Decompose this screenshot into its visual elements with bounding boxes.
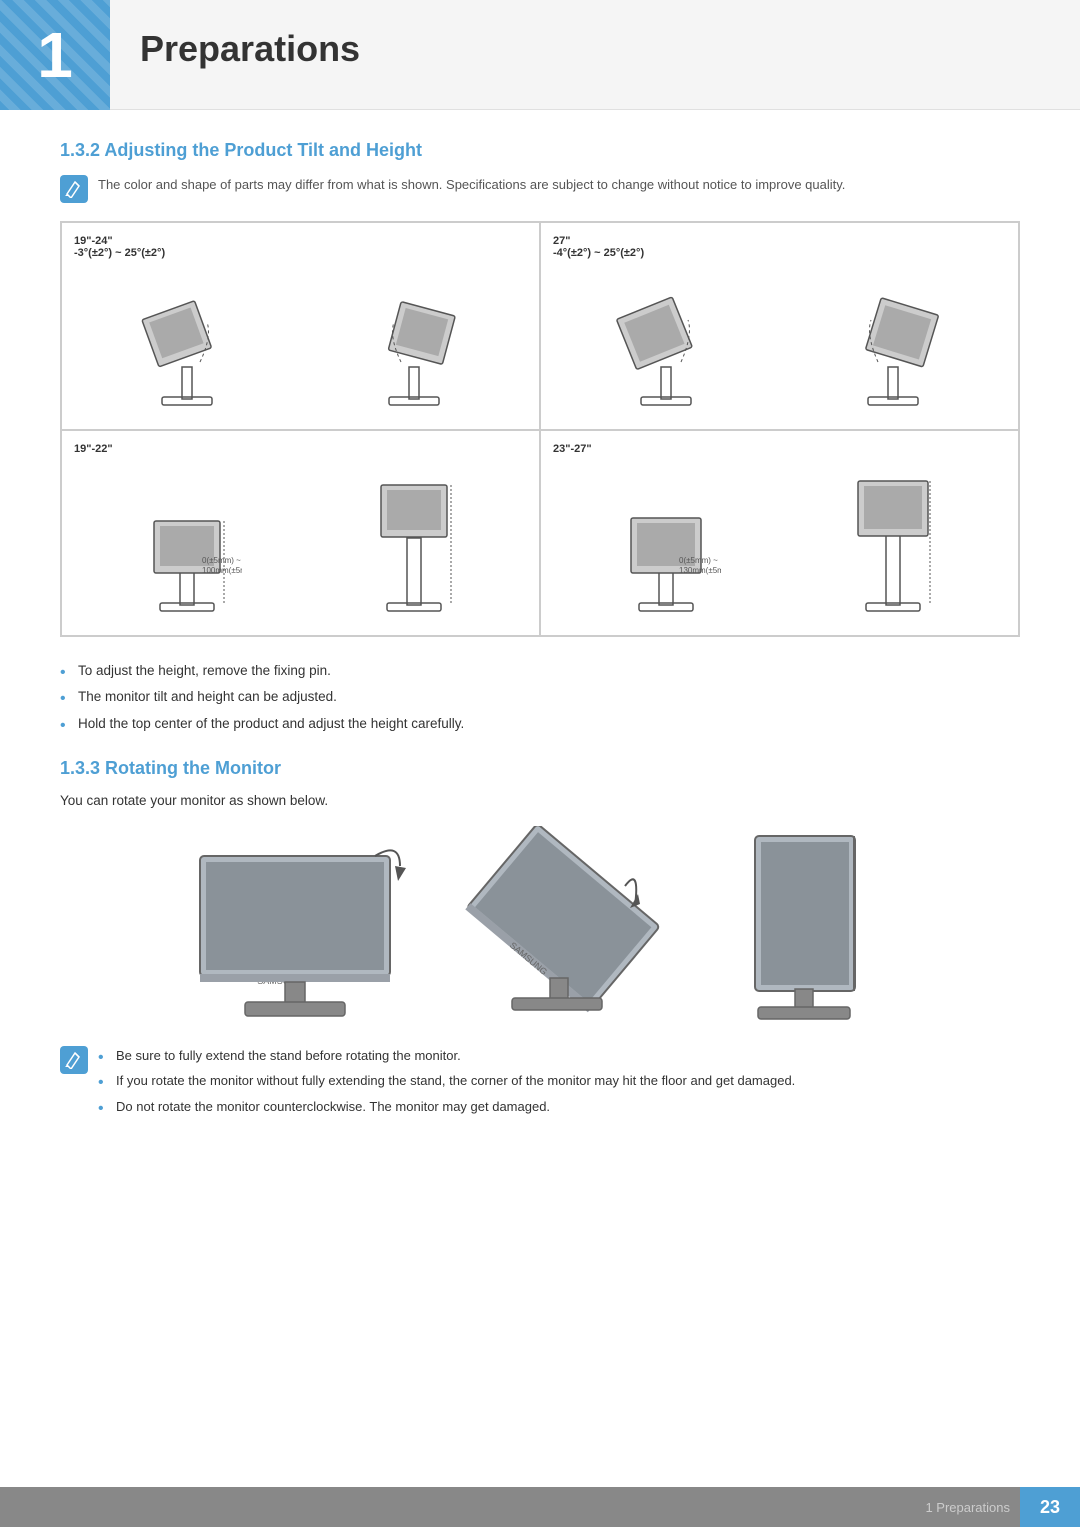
- pencil-icon-133: [65, 1051, 83, 1069]
- bullet-list-132: To adjust the height, remove the fixing …: [60, 661, 1020, 734]
- diagram-content-1922: 0(±5mm) ~ 100mm(±5mm): [74, 463, 527, 623]
- bullet-item-132-0: To adjust the height, remove the fixing …: [60, 661, 1020, 681]
- diagram-cell-27: 27" -4°(±2°) ~ 25°(±2°): [540, 222, 1019, 430]
- note-bullets-133: Be sure to fully extend the stand before…: [60, 1046, 1020, 1123]
- tilt-diagrams-grid: 19"-24" -3°(±2°) ~ 25°(±2°): [60, 221, 1020, 637]
- section-133: 1.3.3 Rotating the Monitor You can rotat…: [60, 758, 1020, 1123]
- diagram-cell-1924: 19"-24" -3°(±2°) ~ 25°(±2°): [61, 222, 540, 430]
- diagram-label-27: 27" -4°(±2°) ~ 25°(±2°): [553, 235, 1006, 259]
- monitor-low-2327: 0(±5mm) ~ 130mm(±5mm): [611, 463, 721, 623]
- diagram-cell-1922: 19"-22" 0(±5mm) ~ 100mm(±5mm): [61, 430, 540, 636]
- section-132-heading: 1.3.2 Adjusting the Product Tilt and Hei…: [60, 140, 1020, 161]
- bullet-item-132-1: The monitor tilt and height can be adjus…: [60, 687, 1020, 707]
- note-text-132: The color and shape of parts may differ …: [98, 175, 845, 195]
- monitor-low-1922: 0(±5mm) ~ 100mm(±5mm): [132, 463, 242, 623]
- monitor-tilt-back-27: [611, 267, 721, 417]
- note-icon-133: [60, 1046, 88, 1074]
- diagram-cell-2327: 23"-27" 0(±5mm) ~ 130mm(±5mm): [540, 430, 1019, 636]
- note-box-132: The color and shape of parts may differ …: [60, 175, 1020, 203]
- monitor-portrait-svg: [700, 826, 900, 1026]
- diagram-label-2327: 23"-27": [553, 443, 1006, 455]
- monitor-tilt-fwd-1924: [359, 267, 469, 417]
- footer: 1 Preparations 23: [0, 1487, 1080, 1527]
- section-133-heading: 1.3.3 Rotating the Monitor: [60, 758, 1020, 779]
- monitor-tilting-svg: SAMSUNG: [440, 826, 680, 1026]
- monitor-landscape-svg: SAMSUNG: [180, 826, 420, 1026]
- note-bullet-133-1: If you rotate the monitor without fully …: [98, 1071, 795, 1091]
- section-133-desc: You can rotate your monitor as shown bel…: [60, 793, 1020, 808]
- rotation-diagram-tilting: SAMSUNG: [440, 826, 680, 1026]
- footer-page-number: 23: [1020, 1487, 1080, 1527]
- footer-text: 1 Preparations: [925, 1500, 1010, 1515]
- diagram-content-2327: 0(±5mm) ~ 130mm(±5mm): [553, 463, 1006, 623]
- diagram-label-1922: 19"-22": [74, 443, 527, 455]
- diagram-content-1924: [74, 267, 527, 417]
- svg-text:0(±5mm) ~: 0(±5mm) ~: [679, 556, 718, 565]
- monitor-high-2327: [838, 463, 948, 623]
- note-bullets-list-133: Be sure to fully extend the stand before…: [98, 1046, 795, 1123]
- rotation-diagram-portrait: [700, 826, 900, 1026]
- page-title: Preparations: [140, 28, 360, 70]
- bullet-item-132-2: Hold the top center of the product and a…: [60, 714, 1020, 734]
- note-bullet-133-2: Do not rotate the monitor counterclockwi…: [98, 1097, 795, 1117]
- svg-text:100mm(±5mm): 100mm(±5mm): [202, 566, 242, 575]
- note-icon-132: [60, 175, 88, 203]
- note-bullet-133-0: Be sure to fully extend the stand before…: [98, 1046, 795, 1066]
- svg-text:0(±5mm) ~: 0(±5mm) ~: [202, 556, 241, 565]
- rotation-diagram-landscape: SAMSUNG: [180, 826, 420, 1026]
- diagram-label-1924: 19"-24" -3°(±2°) ~ 25°(±2°): [74, 235, 527, 259]
- rotation-diagrams: SAMSUNG: [60, 826, 1020, 1026]
- svg-text:130mm(±5mm): 130mm(±5mm): [679, 566, 721, 575]
- header-pattern: [0, 0, 110, 110]
- pencil-icon: [65, 180, 83, 198]
- chapter-block: 1: [0, 0, 110, 110]
- monitor-tilt-back-1924: [132, 267, 242, 417]
- main-content: 1.3.2 Adjusting the Product Tilt and Hei…: [60, 130, 1020, 1142]
- diagram-content-27: [553, 267, 1006, 417]
- monitor-high-1922: [359, 463, 469, 623]
- monitor-tilt-fwd-27: [838, 267, 948, 417]
